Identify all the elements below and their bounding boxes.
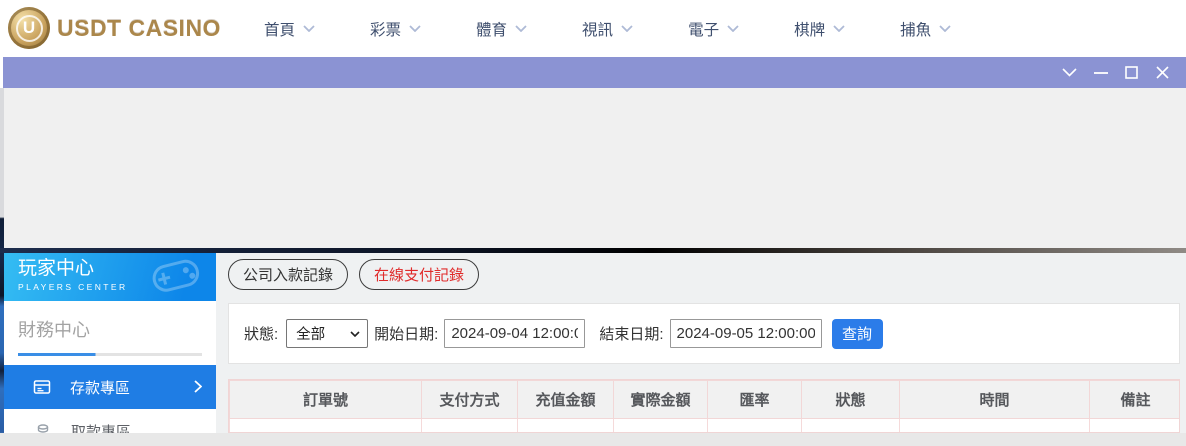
records-table: 訂單號 支付方式 充值金額 實際金額 匯率 狀態 時間 備註 bbox=[229, 380, 1179, 432]
sidebar-header: 玩家中心 PLAYERS CENTER bbox=[4, 253, 216, 301]
sidebar-section-title: 財務中心 bbox=[18, 320, 90, 340]
chevron-right-icon bbox=[194, 380, 202, 393]
deposit-card-icon bbox=[33, 380, 51, 394]
nav-item-sports[interactable]: 體育 bbox=[476, 18, 527, 40]
window-close-button[interactable] bbox=[1147, 57, 1178, 88]
status-select[interactable]: 全部 bbox=[286, 319, 369, 348]
cell-actual-amount: 28.21 bbox=[613, 418, 708, 432]
col-payment-method: 支付方式 bbox=[421, 380, 518, 419]
main-nav: 首頁 彩票 體育 視訊 電子 棋牌 捕魚 bbox=[264, 0, 1006, 57]
nav-item-video[interactable]: 視訊 bbox=[582, 18, 633, 40]
player-center-content: 玩家中心 PLAYERS CENTER 財務中心 存款專區 取款專區 公司入款記… bbox=[4, 253, 1186, 433]
cell-exchange-rate: 7.0906 bbox=[707, 418, 802, 432]
cell-status: 支付成功 bbox=[801, 418, 900, 432]
coin-monogram: U bbox=[15, 14, 43, 42]
site-navbar: U USDT CASINO 首頁 彩票 體育 視訊 電子 棋牌 捕魚 bbox=[0, 0, 1186, 57]
nav-item-label: 視訊 bbox=[582, 21, 614, 39]
records-table-panel: 訂單號 支付方式 充值金額 實際金額 匯率 狀態 時間 備註 bbox=[228, 379, 1180, 433]
nav-item-cards[interactable]: 棋牌 bbox=[794, 18, 845, 40]
col-actual-amount: 實際金額 bbox=[613, 380, 708, 419]
table-row: 1725504747276984 虚拟币 200 28.21 7.0906 支付… bbox=[229, 418, 1179, 432]
cell-recharge-amount: 200 bbox=[517, 418, 614, 432]
gamepad-icon bbox=[152, 259, 200, 292]
col-remark: 備註 bbox=[1089, 380, 1179, 419]
col-exchange-rate: 匯率 bbox=[707, 380, 802, 419]
nav-item-label: 捕魚 bbox=[900, 21, 932, 39]
chevron-down-icon bbox=[303, 25, 315, 32]
sidebar-item-deposit[interactable]: 存款專區 bbox=[4, 365, 216, 409]
cell-time: 2024-09-05 10:52:27 bbox=[899, 418, 1090, 432]
tab-company-deposit-records[interactable]: 公司入款記錄 bbox=[228, 259, 349, 290]
end-date-input[interactable] bbox=[669, 319, 822, 348]
end-date-label: 結束日期: bbox=[599, 326, 664, 343]
filter-panel: 狀態: 全部 開始日期: 結束日期: 查詢 bbox=[228, 303, 1180, 364]
nav-item-label: 棋牌 bbox=[794, 21, 826, 39]
nav-item-label: 體育 bbox=[476, 21, 508, 39]
chevron-down-icon bbox=[515, 25, 527, 32]
nav-item-label: 電子 bbox=[688, 21, 720, 39]
maximize-icon bbox=[1125, 66, 1138, 79]
chevron-down-icon bbox=[1062, 68, 1077, 77]
col-recharge-amount: 充值金額 bbox=[517, 380, 614, 419]
chevron-down-icon bbox=[727, 25, 739, 32]
col-status: 狀態 bbox=[801, 380, 900, 419]
start-date-input[interactable] bbox=[444, 319, 586, 348]
chevron-down-icon bbox=[409, 25, 421, 32]
minimize-icon bbox=[1093, 71, 1108, 74]
window-maximize-button[interactable] bbox=[1116, 57, 1147, 88]
main-panel: 公司入款記錄 在線支付記錄 狀態: 全部 開始日期: 結束日期: 查詢 bbox=[216, 253, 1186, 433]
sidebar-item-label: 取款專區 bbox=[71, 423, 132, 434]
site-logo[interactable]: U USDT CASINO bbox=[8, 7, 221, 49]
nav-item-home[interactable]: 首頁 bbox=[264, 18, 315, 40]
window-titlebar[interactable] bbox=[3, 57, 1186, 88]
nav-item-label: 彩票 bbox=[370, 21, 402, 39]
sidebar-menu: 存款專區 取款專區 bbox=[4, 365, 216, 433]
nav-item-slots[interactable]: 電子 bbox=[688, 18, 739, 40]
chevron-down-icon bbox=[833, 25, 845, 32]
search-button[interactable]: 查詢 bbox=[831, 318, 883, 349]
start-date-label: 開始日期: bbox=[374, 326, 439, 343]
sidebar-item-label: 存款專區 bbox=[70, 379, 131, 397]
cell-order-number: 1725504747276984 bbox=[229, 418, 422, 432]
nav-item-label: 首頁 bbox=[264, 21, 296, 39]
chevron-down-icon bbox=[350, 330, 360, 337]
col-order-number: 訂單號 bbox=[229, 380, 422, 419]
status-label: 狀態: bbox=[244, 326, 279, 343]
record-tabs: 公司入款記錄 在線支付記錄 bbox=[228, 259, 480, 290]
cell-remark bbox=[1089, 418, 1179, 432]
sidebar-divider bbox=[18, 353, 202, 356]
chevron-down-icon bbox=[621, 25, 633, 32]
chevron-down-icon bbox=[939, 25, 951, 32]
window-body: 玩家中心 PLAYERS CENTER 財務中心 存款專區 取款專區 公司入款記… bbox=[0, 88, 1186, 446]
status-select-value: 全部 bbox=[296, 327, 326, 343]
tab-online-payment-records[interactable]: 在線支付記錄 bbox=[359, 259, 480, 290]
nav-item-lottery[interactable]: 彩票 bbox=[370, 18, 421, 40]
table-header-row: 訂單號 支付方式 充值金額 實際金額 匯率 狀態 時間 備註 bbox=[229, 380, 1179, 419]
player-center-window: 玩家中心 PLAYERS CENTER 財務中心 存款專區 取款專區 公司入款記… bbox=[0, 57, 1186, 446]
sidebar: 玩家中心 PLAYERS CENTER 財務中心 存款專區 取款專區 bbox=[4, 253, 216, 433]
window-bottom-strip bbox=[0, 433, 1186, 446]
nav-item-fishing[interactable]: 捕魚 bbox=[900, 18, 951, 40]
usdt-coin-icon: U bbox=[8, 7, 50, 49]
withdraw-hand-icon bbox=[34, 423, 49, 433]
col-time: 時間 bbox=[899, 380, 1090, 419]
cell-payment-method: 虚拟币 bbox=[421, 418, 518, 432]
sidebar-item-withdraw[interactable]: 取款專區 bbox=[4, 409, 216, 433]
window-collapse-button[interactable] bbox=[1054, 57, 1085, 88]
window-minimize-button[interactable] bbox=[1085, 57, 1116, 88]
logo-text: USDT CASINO bbox=[57, 14, 221, 41]
close-icon bbox=[1156, 66, 1169, 79]
